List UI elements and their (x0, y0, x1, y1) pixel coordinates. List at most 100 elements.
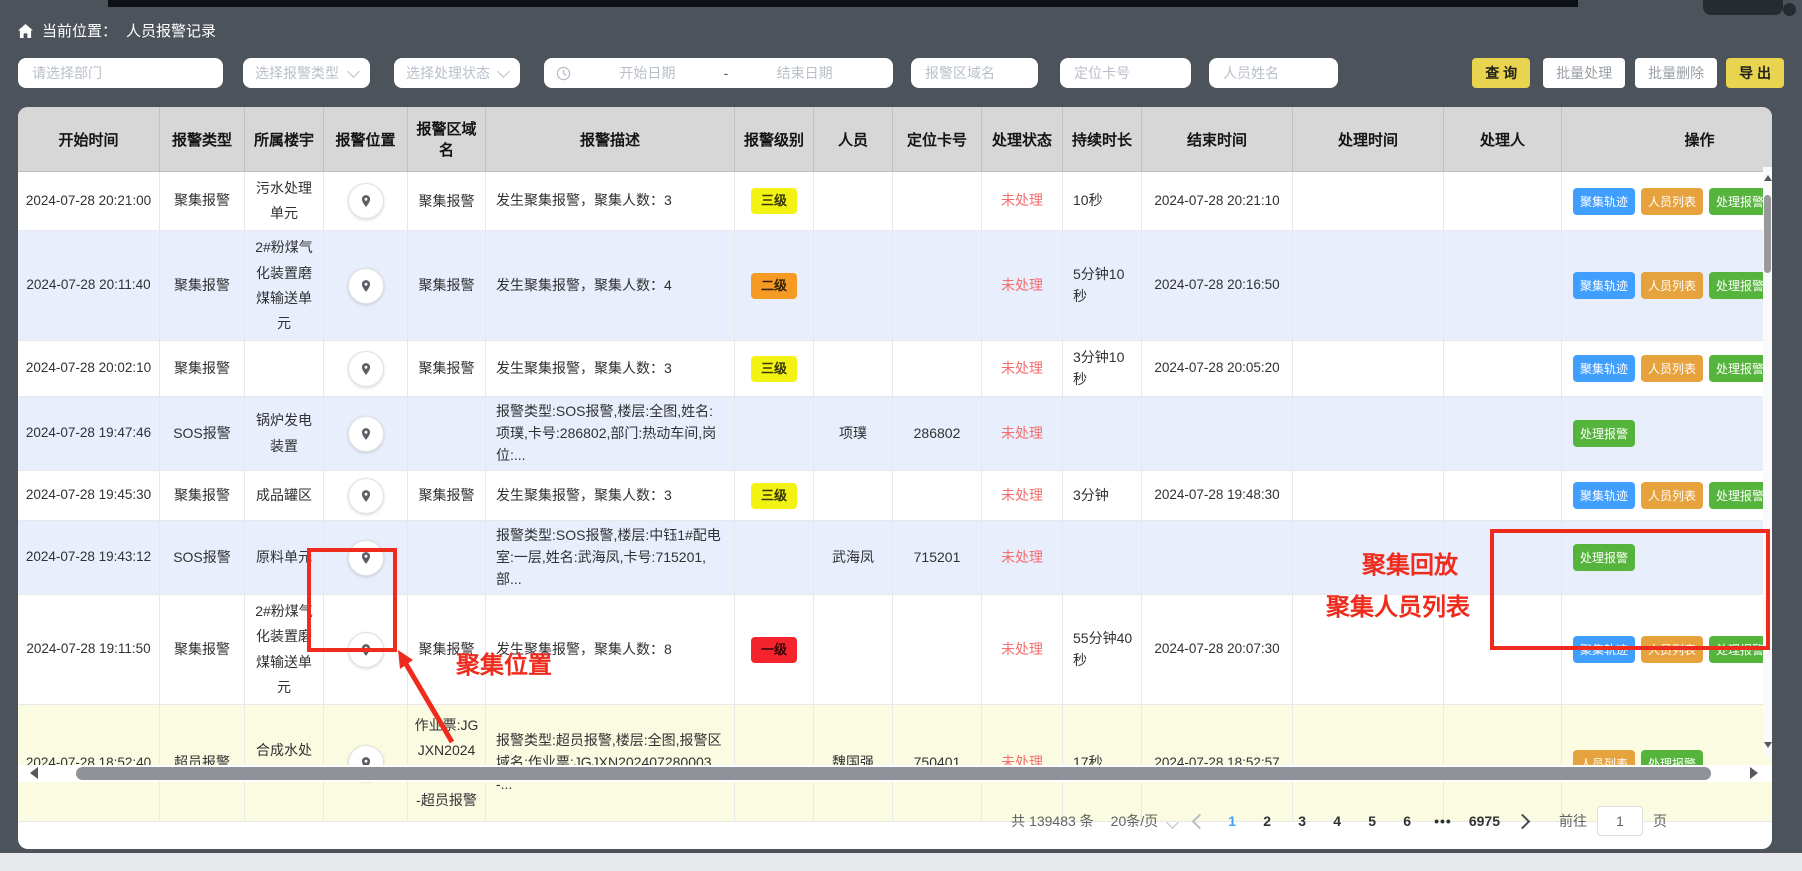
column-header: 报警级别 (735, 107, 814, 172)
location-pin-icon[interactable] (348, 183, 384, 219)
action-list-button[interactable]: 人员列表 (1641, 482, 1703, 509)
filter-bar: 选择报警类型 选择处理状态 开始日期 - 结束日期 查 询 批量处理 批量删除 … (18, 58, 1784, 88)
last-page-number[interactable]: 6975 (1469, 813, 1500, 829)
cell-alarm-type: 聚集报警 (160, 231, 245, 341)
location-pin-icon[interactable] (348, 478, 384, 514)
cell-actions: 聚集轨迹人员列表处理报警导 出 (1562, 172, 1773, 231)
status-unhandled: 未处理 (1001, 360, 1043, 376)
alarm-table: 开始时间报警类型所属楼宇报警位置报警区域名报警描述报警级别人员定位卡号处理状态持… (18, 107, 1772, 822)
vertical-scroll-thumb[interactable] (1764, 195, 1771, 273)
status-unhandled: 未处理 (1001, 425, 1043, 441)
cell-card (893, 172, 982, 231)
cell-area: 作业票:JGJXN202407280003-超员报警 (408, 705, 486, 822)
cell-person (814, 595, 893, 705)
cell-alarm-type: 聚集报警 (160, 172, 245, 231)
column-header: 人员 (814, 107, 893, 172)
person-input[interactable] (1221, 64, 1326, 82)
department-field[interactable] (18, 58, 223, 88)
pages-ellipsis[interactable]: ••• (1434, 813, 1452, 829)
location-pin-icon[interactable] (348, 268, 384, 304)
page-number[interactable]: 5 (1362, 813, 1382, 829)
cell-status: 未处理 (982, 471, 1063, 521)
horizontal-scroll-thumb[interactable] (76, 767, 1711, 780)
query-button[interactable]: 查 询 (1472, 58, 1530, 88)
cell-card: 715201 (893, 521, 982, 595)
location-pin-icon[interactable] (348, 416, 384, 452)
page-number[interactable]: 6 (1397, 813, 1417, 829)
page-number[interactable]: 2 (1257, 813, 1277, 829)
area-field[interactable] (911, 58, 1038, 88)
batch-delete-button[interactable]: 批量删除 (1635, 58, 1717, 88)
action-track-button[interactable]: 聚集轨迹 (1573, 188, 1635, 215)
action-track-button[interactable]: 聚集轨迹 (1573, 482, 1635, 509)
end-date-placeholder[interactable]: 结束日期 (728, 63, 881, 83)
next-page-icon[interactable] (1515, 813, 1531, 829)
cell-level: 三级 (735, 471, 814, 521)
person-field[interactable] (1209, 58, 1338, 88)
date-range-picker[interactable]: 开始日期 - 结束日期 (544, 58, 893, 88)
top-chrome-tab (1703, 0, 1783, 15)
action-handle-button[interactable]: 处理报警 (1709, 482, 1771, 509)
action-handle-button[interactable]: 处理报警 (1709, 188, 1771, 215)
scroll-right-arrow-icon[interactable] (1750, 767, 1758, 779)
scroll-left-arrow-icon[interactable] (30, 767, 38, 779)
goto-page-input[interactable] (1597, 806, 1643, 836)
cell-alarm-type: SOS报警 (160, 397, 245, 471)
vertical-scrollbar[interactable] (1763, 167, 1772, 756)
cell-alarm-type: 超员报警 (160, 705, 245, 822)
batch-handle-button[interactable]: 批量处理 (1543, 58, 1625, 88)
cell-alarm-type: 聚集报警 (160, 471, 245, 521)
start-date-placeholder[interactable]: 开始日期 (571, 63, 724, 83)
alarm-level-badge: 三级 (751, 483, 797, 509)
page-size-select[interactable]: 20条/页 (1111, 811, 1177, 831)
cell-start-time: 2024-07-28 19:11:50 (18, 595, 160, 705)
export-button[interactable]: 导 出 (1726, 58, 1784, 88)
action-list-button[interactable]: 人员列表 (1641, 355, 1703, 382)
cell-actions: 聚集轨迹人员列表处理报警导 出 (1562, 341, 1773, 397)
action-handle-button[interactable]: 处理报警 (1709, 355, 1771, 382)
status-unhandled: 未处理 (1001, 192, 1043, 208)
cell-end-time: 2024-07-28 20:07:30 (1142, 595, 1293, 705)
location-pin-icon[interactable] (348, 351, 384, 387)
action-list-button[interactable]: 人员列表 (1641, 188, 1703, 215)
cell-area (408, 521, 486, 595)
cell-end-time (1142, 397, 1293, 471)
column-header: 报警位置 (324, 107, 408, 172)
scroll-up-arrow-icon[interactable] (1764, 175, 1772, 181)
cell-status: 未处理 (982, 172, 1063, 231)
action-handle-button[interactable]: 处理报警 (1709, 272, 1771, 299)
cell-location (324, 705, 408, 822)
handle-status-select[interactable]: 选择处理状态 (394, 58, 520, 88)
page-size-value: 20条/页 (1111, 811, 1158, 831)
action-track-button[interactable]: 聚集轨迹 (1573, 272, 1635, 299)
prev-page-icon[interactable] (1192, 813, 1208, 829)
action-handle-button[interactable]: 处理报警 (1573, 420, 1635, 447)
table-row: 2024-07-28 20:21:00聚集报警污水处理单元聚集报警发生聚集报警，… (18, 172, 1772, 231)
card-field[interactable] (1060, 58, 1191, 88)
table-row: 2024-07-28 19:45:30聚集报警成品罐区聚集报警发生聚集报警，聚集… (18, 471, 1772, 521)
home-icon[interactable] (18, 24, 33, 38)
page-number[interactable]: 1 (1222, 813, 1242, 829)
alarm-type-select[interactable]: 选择报警类型 (243, 58, 370, 88)
alarm-level-badge: 三级 (751, 356, 797, 382)
cell-person: 武海凤 (814, 521, 893, 595)
column-header: 报警描述 (486, 107, 735, 172)
page-number[interactable]: 3 (1292, 813, 1312, 829)
card-input[interactable] (1072, 64, 1179, 82)
cell-start-time: 2024-07-28 19:43:12 (18, 521, 160, 595)
cell-location (324, 397, 408, 471)
action-track-button[interactable]: 聚集轨迹 (1573, 355, 1635, 382)
breadcrumb-current: 人员报警记录 (126, 20, 216, 41)
department-input[interactable] (30, 64, 211, 82)
page-number[interactable]: 4 (1327, 813, 1347, 829)
scroll-down-arrow-icon[interactable] (1764, 742, 1772, 748)
horizontal-scrollbar[interactable] (18, 765, 1772, 782)
area-input[interactable] (923, 64, 1026, 82)
action-list-button[interactable]: 人员列表 (1641, 272, 1703, 299)
cell-status: 未处理 (982, 341, 1063, 397)
cell-description: 发生聚集报警，聚集人数：3 (486, 341, 735, 397)
status-unhandled: 未处理 (1001, 549, 1043, 565)
cell-level: 三级 (735, 341, 814, 397)
cell-building: 2#粉煤气化装置磨煤输送单元 (245, 231, 324, 341)
cell-person: 项璞 (814, 397, 893, 471)
